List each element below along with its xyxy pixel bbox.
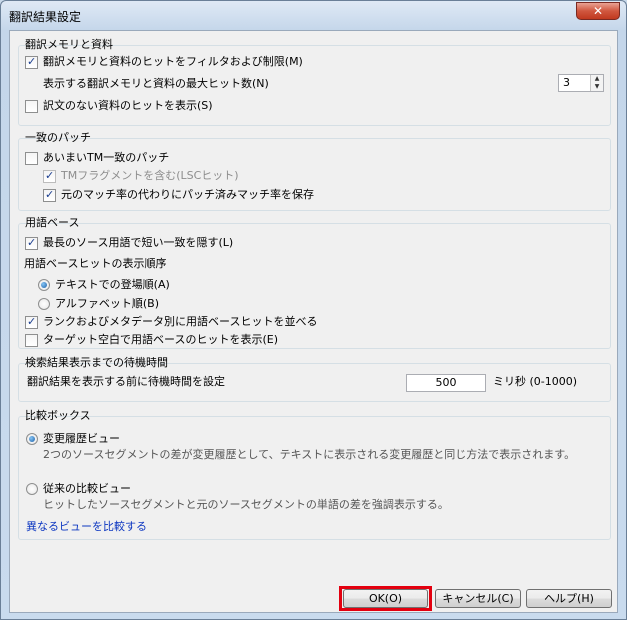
match-patch-group: 一致のパッチ あいまいTM一致のパッチ TMフラグメントを含む(LSCヒット) … bbox=[18, 129, 611, 211]
wait-title: 検索結果表示までの待機時間 bbox=[25, 356, 168, 369]
order-alpha-radio[interactable] bbox=[38, 298, 50, 310]
compare-views-link[interactable]: 異なるビューを比較する bbox=[26, 519, 147, 535]
wait-input[interactable]: 500 bbox=[406, 374, 486, 392]
dialog-client-area: 翻訳メモリと資料 翻訳メモリと資料のヒットをフィルタおよび制限(M) 表示する翻… bbox=[9, 30, 618, 613]
tm-fragment-checkbox[interactable] bbox=[43, 168, 56, 184]
help-button-label: ヘルプ(H) bbox=[544, 592, 594, 605]
change-history-radio[interactable] bbox=[26, 433, 38, 445]
tm-group-title: 翻訳メモリと資料 bbox=[25, 38, 113, 51]
max-hits-label: 表示する翻訳メモリと資料の最大ヒット数(N) bbox=[43, 77, 269, 90]
sort-rank-checkbox[interactable] bbox=[25, 314, 38, 330]
max-hits-value: 3 bbox=[563, 76, 570, 89]
order-text-radio[interactable] bbox=[38, 279, 50, 291]
close-icon: ✕ bbox=[592, 4, 604, 18]
classic-desc: ヒットしたソースセグメントと元のソースセグメントの単語の差を強調表示する。 bbox=[43, 498, 449, 511]
save-patched-label: 元のマッチ率の代わりにパッチ済みマッチ率を保存 bbox=[61, 188, 314, 201]
show-empty-target-label: ターゲット空白で用語ベースのヒットを表示(E) bbox=[43, 333, 278, 346]
filter-hits-label: 翻訳メモリと資料のヒットをフィルタおよび制限(M) bbox=[43, 55, 303, 68]
wait-group: 検索結果表示までの待機時間 翻訳結果を表示する前に待機時間を設定 500 ミリ秒… bbox=[18, 354, 611, 402]
spin-arrows[interactable]: ▲ ▼ bbox=[590, 75, 603, 91]
hide-short-checkbox[interactable] bbox=[25, 235, 38, 251]
compare-group: 比較ボックス 変更履歴ビュー 2つのソースセグメントの差が変更履歴として、テキス… bbox=[18, 407, 611, 540]
compare-title: 比較ボックス bbox=[25, 409, 91, 422]
show-no-translation-checkbox[interactable] bbox=[25, 100, 38, 113]
classic-label: 従来の比較ビュー bbox=[43, 482, 131, 495]
cancel-button-label: キャンセル(C) bbox=[442, 592, 514, 605]
dialog-window: 翻訳結果設定 ✕ 翻訳メモリと資料 翻訳メモリと資料のヒットをフィルタおよび制限… bbox=[0, 0, 627, 620]
classic-radio[interactable] bbox=[26, 483, 38, 495]
spin-down-icon[interactable]: ▼ bbox=[591, 83, 603, 91]
change-history-desc: 2つのソースセグメントの差が変更履歴として、テキストに表示される変更履歴と同じ方… bbox=[43, 448, 576, 461]
tm-fragment-label: TMフラグメントを含む(LSCヒット) bbox=[61, 169, 239, 182]
termbase-group: 用語ベース 最長のソース用語で短い一致を隠す(L) 用語ベースヒットの表示順序 … bbox=[18, 214, 611, 349]
hide-short-label: 最長のソース用語で短い一致を隠す(L) bbox=[43, 236, 234, 249]
wait-unit: ミリ秒 (0-1000) bbox=[493, 375, 578, 388]
fuzzy-checkbox[interactable] bbox=[25, 152, 38, 165]
order-text-label: テキストでの登場順(A) bbox=[55, 278, 170, 291]
tm-group: 翻訳メモリと資料 翻訳メモリと資料のヒットをフィルタおよび制限(M) 表示する翻… bbox=[18, 36, 611, 126]
help-button[interactable]: ヘルプ(H) bbox=[526, 589, 612, 608]
sort-rank-label: ランクおよびメタデータ別に用語ベースヒットを並べる bbox=[43, 315, 318, 328]
order-heading: 用語ベースヒットの表示順序 bbox=[24, 257, 167, 270]
order-alpha-label: アルファベット順(B) bbox=[55, 297, 160, 310]
match-patch-title: 一致のパッチ bbox=[25, 131, 91, 144]
save-patched-checkbox[interactable] bbox=[43, 187, 56, 203]
dialog-title: 翻訳結果設定 bbox=[9, 10, 82, 24]
show-empty-target-checkbox[interactable] bbox=[25, 334, 38, 347]
filter-hits-checkbox[interactable] bbox=[25, 54, 38, 70]
max-hits-spinner[interactable]: 3 ▲ ▼ bbox=[558, 74, 604, 92]
change-history-label: 変更履歴ビュー bbox=[43, 432, 120, 445]
close-button[interactable]: ✕ bbox=[576, 2, 620, 20]
show-no-translation-label: 訳文のない資料のヒットを表示(S) bbox=[43, 99, 213, 112]
spin-up-icon[interactable]: ▲ bbox=[591, 75, 603, 83]
ok-button-label: OK(O) bbox=[368, 592, 403, 605]
wait-value: 500 bbox=[435, 376, 457, 389]
cancel-button[interactable]: キャンセル(C) bbox=[435, 589, 521, 608]
fuzzy-label: あいまいTM一致のパッチ bbox=[43, 151, 170, 164]
title-bar[interactable]: 翻訳結果設定 ✕ bbox=[1, 1, 626, 29]
termbase-title: 用語ベース bbox=[25, 216, 80, 229]
wait-label: 翻訳結果を表示する前に待機時間を設定 bbox=[27, 375, 225, 388]
ok-button[interactable]: OK(O) bbox=[343, 589, 428, 608]
